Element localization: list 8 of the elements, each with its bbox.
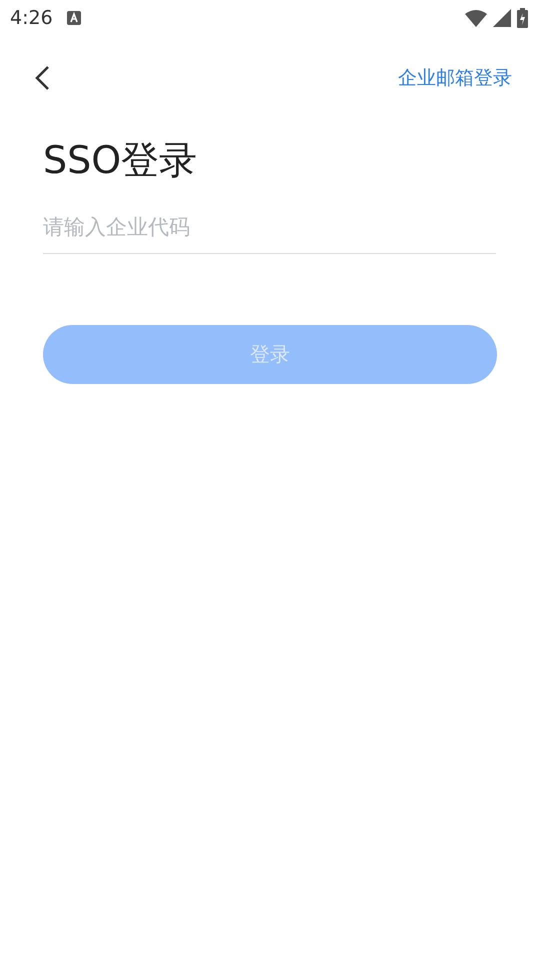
status-time: 4:26 <box>10 7 53 29</box>
back-icon <box>34 65 50 91</box>
wifi-icon <box>465 9 487 27</box>
battery-icon <box>517 8 528 28</box>
page-title: SSO登录 <box>43 137 198 184</box>
enterprise-email-login-link[interactable]: 企业邮箱登录 <box>398 65 512 91</box>
notification-icon <box>66 11 81 25</box>
signal-icon <box>493 9 511 27</box>
